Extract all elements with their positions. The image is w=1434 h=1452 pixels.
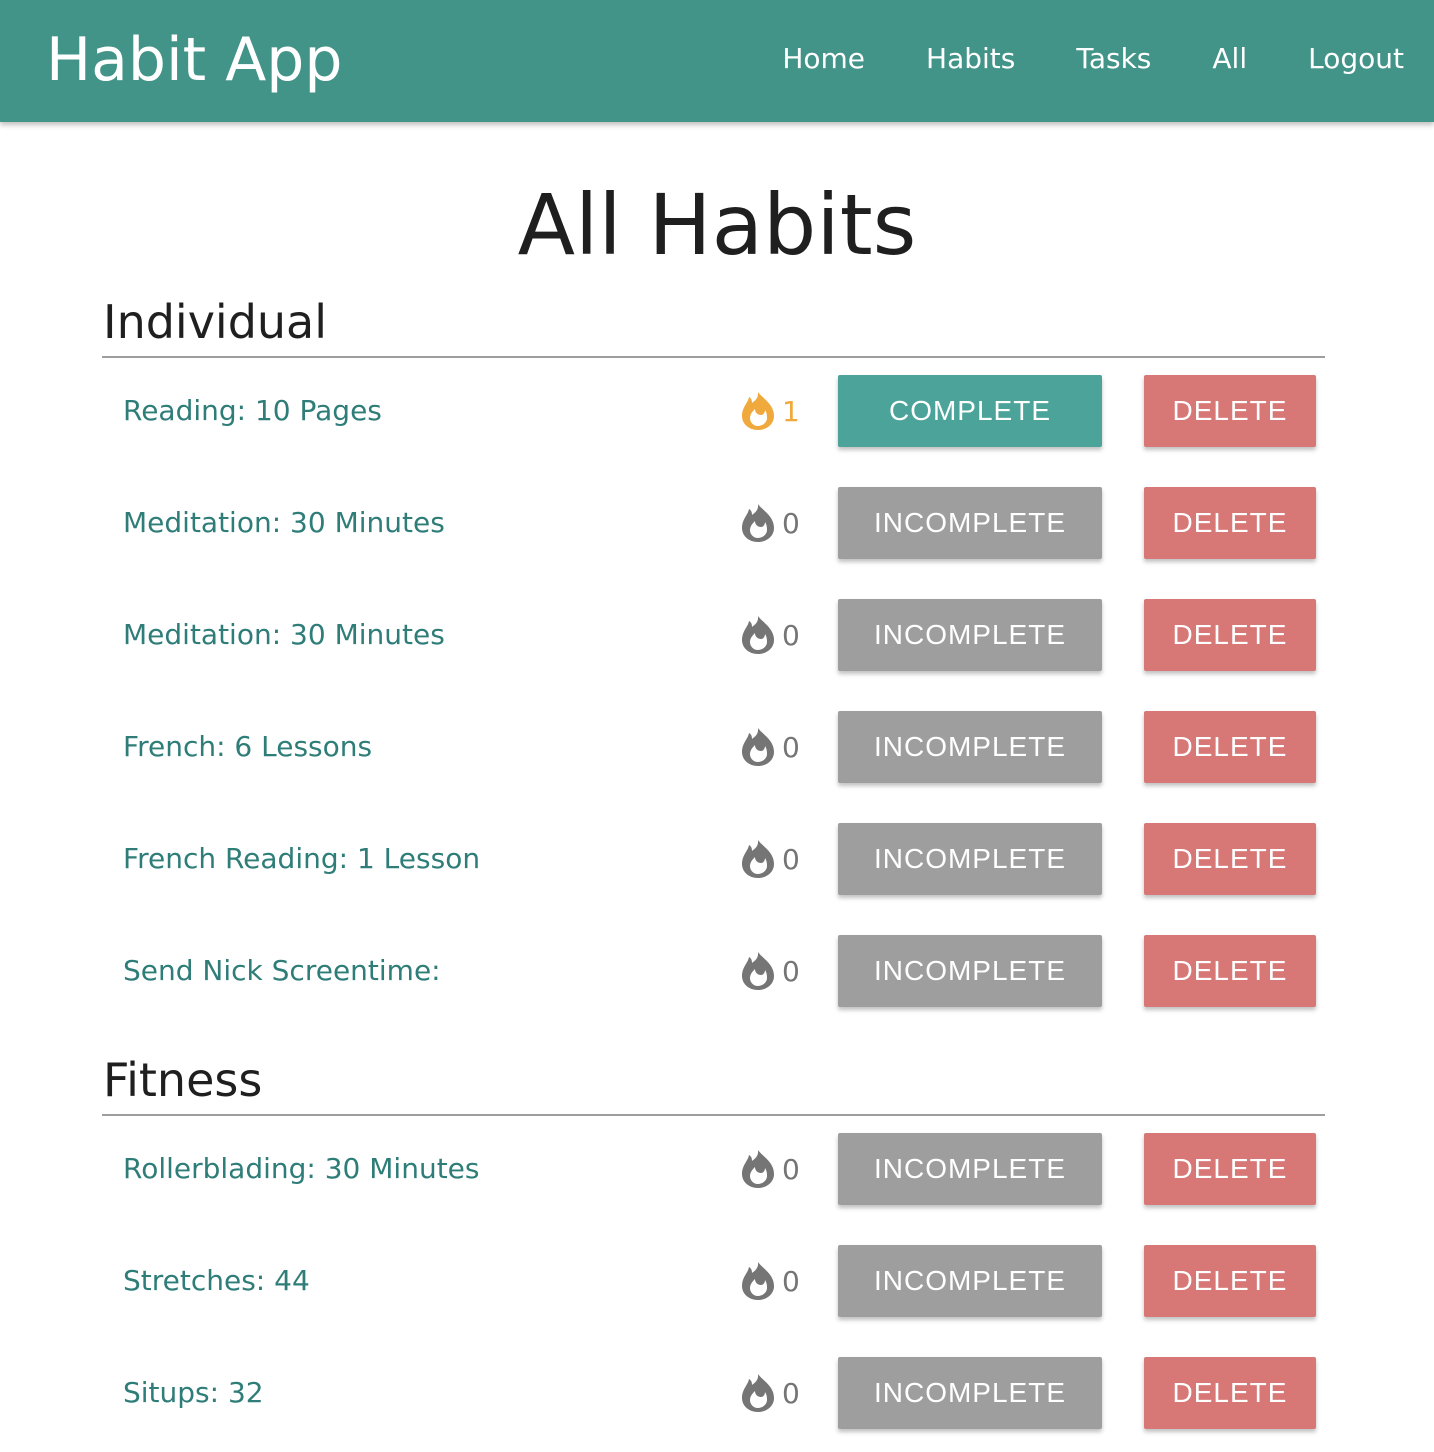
incomplete-button[interactable]: INCOMPLETE — [838, 823, 1102, 895]
streak-indicator: 0 — [740, 1340, 800, 1446]
streak-indicator: 1 — [740, 358, 800, 464]
habit-row: French: 6 Lessons 0 INCOMPLETE DELETE — [102, 694, 1325, 806]
flame-icon — [742, 840, 774, 878]
incomplete-button[interactable]: INCOMPLETE — [838, 935, 1102, 1007]
habit-row: Reading: 10 Pages 1 COMPLETE DELETE — [102, 358, 1325, 470]
nav-item-all[interactable]: All — [1212, 42, 1247, 75]
streak-count: 0 — [782, 506, 800, 540]
flame-icon — [742, 728, 774, 766]
delete-button[interactable]: DELETE — [1144, 599, 1316, 671]
nav-item-habits[interactable]: Habits — [926, 42, 1015, 75]
nav-item-tasks[interactable]: Tasks — [1076, 42, 1151, 75]
streak-indicator: 0 — [740, 1228, 800, 1334]
app-title-link[interactable]: Habit App — [46, 24, 342, 96]
habit-name: Meditation: 30 Minutes — [123, 618, 445, 651]
incomplete-button[interactable]: INCOMPLETE — [838, 1357, 1102, 1429]
habit-name: French Reading: 1 Lesson — [123, 842, 481, 875]
section-title: Individual — [103, 295, 328, 349]
streak-indicator: 0 — [740, 806, 800, 912]
delete-button[interactable]: DELETE — [1144, 1245, 1316, 1317]
flame-icon — [742, 1262, 774, 1300]
flame-icon — [742, 504, 774, 542]
delete-button[interactable]: DELETE — [1144, 1357, 1316, 1429]
delete-button[interactable]: DELETE — [1144, 711, 1316, 783]
section-title: Fitness — [103, 1053, 263, 1107]
habit-name: Meditation: 30 Minutes — [123, 506, 445, 539]
habit-list: Reading: 10 Pages 1 COMPLETE DELETE Meditati… — [102, 358, 1325, 1030]
streak-count: 0 — [782, 1264, 800, 1298]
streak-indicator: 0 — [740, 470, 800, 576]
incomplete-button[interactable]: INCOMPLETE — [838, 1245, 1102, 1317]
flame-icon — [742, 1374, 774, 1412]
habit-name: Reading: 10 Pages — [123, 394, 382, 427]
flame-icon — [742, 392, 774, 430]
delete-button[interactable]: DELETE — [1144, 375, 1316, 447]
habit-row: Stretches: 44 0 INCOMPLETE DELETE — [102, 1228, 1325, 1340]
streak-count: 0 — [782, 1376, 800, 1410]
habit-section-individual: Individual Reading: 10 Pages 1 COMPLETE DEL… — [102, 292, 1325, 1030]
habit-row: French Reading: 1 Lesson 0 INCOMPLETE DELET… — [102, 806, 1325, 918]
flame-icon — [742, 616, 774, 654]
incomplete-button[interactable]: INCOMPLETE — [838, 599, 1102, 671]
streak-indicator: 0 — [740, 918, 800, 1024]
habit-row: Meditation: 30 Minutes 0 INCOMPLETE DELETE — [102, 470, 1325, 582]
habit-name: Send Nick Screentime: — [123, 954, 441, 987]
delete-button[interactable]: DELETE — [1144, 1133, 1316, 1205]
streak-count: 0 — [782, 1152, 800, 1186]
delete-button[interactable]: DELETE — [1144, 487, 1316, 559]
streak-count: 0 — [782, 954, 800, 988]
habit-name: French: 6 Lessons — [123, 730, 373, 763]
delete-button[interactable]: DELETE — [1144, 935, 1316, 1007]
habit-row: Situps: 32 0 INCOMPLETE DELETE — [102, 1340, 1325, 1452]
delete-button[interactable]: DELETE — [1144, 823, 1316, 895]
habit-name: Situps: 32 — [123, 1376, 264, 1409]
page-title: All Habits — [517, 176, 917, 274]
flame-icon — [742, 952, 774, 990]
habit-row: Send Nick Screentime: 0 INCOMPLETE DELETE — [102, 918, 1325, 1030]
incomplete-button[interactable]: INCOMPLETE — [838, 711, 1102, 783]
habit-name: Rollerblading: 30 Minutes — [123, 1152, 480, 1185]
streak-count: 1 — [782, 394, 800, 428]
habit-row: Meditation: 30 Minutes 0 INCOMPLETE DELETE — [102, 582, 1325, 694]
habit-name: Stretches: 44 — [123, 1264, 310, 1297]
nav-item-home[interactable]: Home — [782, 42, 865, 75]
nav-links: Home Habits Tasks All Logout — [721, 0, 1404, 116]
habit-row: Rollerblading: 30 Minutes 0 INCOMPLETE DELE… — [102, 1116, 1325, 1228]
streak-indicator: 0 — [740, 694, 800, 800]
streak-count: 0 — [782, 842, 800, 876]
habit-section-fitness: Fitness Rollerblading: 30 Minutes 0 INCOMP… — [102, 1050, 1325, 1452]
flame-icon — [742, 1150, 774, 1188]
navbar: Habit App Home Habits Tasks All Logout — [0, 0, 1434, 122]
streak-count: 0 — [782, 618, 800, 652]
incomplete-button[interactable]: INCOMPLETE — [838, 487, 1102, 559]
complete-button[interactable]: COMPLETE — [838, 375, 1102, 447]
habit-list: Rollerblading: 30 Minutes 0 INCOMPLETE DELE… — [102, 1116, 1325, 1452]
streak-indicator: 0 — [740, 1116, 800, 1222]
streak-count: 0 — [782, 730, 800, 764]
nav-item-logout[interactable]: Logout — [1308, 42, 1404, 75]
incomplete-button[interactable]: INCOMPLETE — [838, 1133, 1102, 1205]
streak-indicator: 0 — [740, 582, 800, 688]
